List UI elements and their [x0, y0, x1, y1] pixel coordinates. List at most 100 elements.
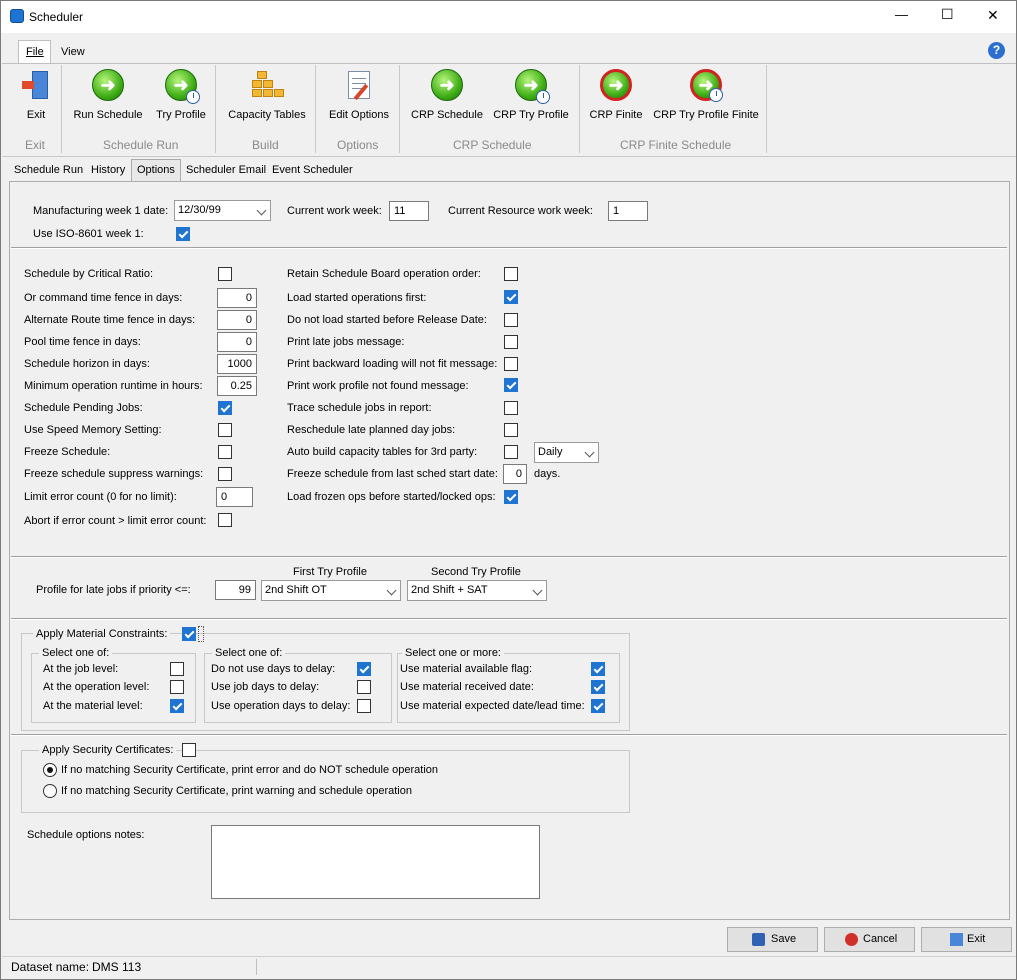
- help-icon[interactable]: ?: [988, 42, 1005, 59]
- freeze-days-input[interactable]: 0: [503, 464, 527, 484]
- crp-try-profile-icon: ➜: [515, 69, 550, 104]
- late-jobs-msg-checkbox[interactable]: [504, 335, 518, 349]
- min-runtime-input[interactable]: 0.25: [217, 376, 257, 396]
- expected-date-checkbox[interactable]: [591, 699, 605, 713]
- option-label: Use material expected date/lead time:: [400, 700, 585, 712]
- current-week-input[interactable]: 11: [389, 201, 429, 221]
- freeze-suppress-checkbox[interactable]: [218, 467, 232, 481]
- tab-scheduler-email[interactable]: Scheduler Email: [186, 163, 266, 177]
- retain-order-checkbox[interactable]: [504, 267, 518, 281]
- material-level-checkbox[interactable]: [170, 699, 184, 713]
- tab-event-scheduler[interactable]: Event Scheduler: [272, 163, 353, 177]
- chevron-down-icon: [386, 585, 397, 596]
- exit-button[interactable]: Exit: [921, 927, 1012, 952]
- group-schedule-run: Schedule Run: [103, 138, 179, 152]
- operation-level-checkbox[interactable]: [170, 680, 184, 694]
- option-label: Use material received date:: [400, 681, 534, 693]
- reschedule-late-checkbox[interactable]: [504, 423, 518, 437]
- job-level-checkbox[interactable]: [170, 662, 184, 676]
- security-error-label: If no matching Security Certificate, pri…: [61, 764, 439, 776]
- save-button[interactable]: Save: [727, 927, 818, 952]
- chevron-down-icon: [584, 447, 595, 458]
- alternate-route-fence-input[interactable]: 0: [217, 310, 257, 330]
- crp-schedule-button[interactable]: ➜ CRP Schedule: [408, 65, 486, 127]
- critical-ratio-checkbox[interactable]: [218, 267, 232, 281]
- no-days-delay-checkbox[interactable]: [357, 662, 371, 676]
- iso-week-checkbox[interactable]: [176, 227, 190, 241]
- pool-time-fence-input[interactable]: 0: [217, 332, 257, 352]
- group-options: Options: [337, 138, 379, 152]
- maximize-icon[interactable]: ☐: [941, 7, 954, 21]
- option-label: Freeze schedule suppress warnings:: [24, 468, 204, 480]
- speed-memory-checkbox[interactable]: [218, 423, 232, 437]
- status-bar: [2, 956, 1016, 979]
- security-checkbox[interactable]: [182, 743, 196, 757]
- crp-finite-button[interactable]: ➜ CRP Finite: [587, 65, 645, 127]
- menu-file-label: File: [26, 46, 44, 58]
- release-date-checkbox[interactable]: [504, 313, 518, 327]
- menu-view[interactable]: View: [61, 45, 85, 59]
- first-try-profile-dropdown[interactable]: 2nd Shift OT: [261, 580, 401, 601]
- dataset-value: DMS 113: [92, 960, 142, 974]
- auto-build-checkbox[interactable]: [504, 445, 518, 459]
- load-frozen-checkbox[interactable]: [504, 490, 518, 504]
- auto-build-frequency-dropdown[interactable]: Daily: [534, 442, 599, 463]
- work-profile-msg-checkbox[interactable]: [504, 378, 518, 392]
- available-flag-checkbox[interactable]: [591, 662, 605, 676]
- try-profile-button[interactable]: ➜ Try Profile: [151, 65, 211, 127]
- crp-schedule-icon: ➜: [431, 69, 463, 101]
- material-constraints-checkbox[interactable]: [182, 627, 196, 641]
- option-label: Use job days to delay:: [211, 681, 320, 693]
- second-try-profile-dropdown[interactable]: 2nd Shift + SAT: [407, 580, 547, 601]
- run-schedule-button[interactable]: ➜ Run Schedule: [70, 65, 146, 127]
- option-label: Trace schedule jobs in report:: [287, 402, 432, 414]
- security-error-radio[interactable]: [43, 763, 57, 777]
- job-days-delay-checkbox[interactable]: [357, 680, 371, 694]
- received-date-checkbox[interactable]: [591, 680, 605, 694]
- crp-try-profile-finite-button[interactable]: ➜ CRP Try Profile Finite: [651, 65, 761, 127]
- mfg-week-dropdown[interactable]: 12/30/99: [174, 200, 271, 221]
- trace-jobs-checkbox[interactable]: [504, 401, 518, 415]
- close-icon[interactable]: ✕: [987, 8, 999, 22]
- limit-error-input[interactable]: 0: [216, 487, 253, 507]
- divider: [11, 247, 1007, 249]
- crp-try-profile-button[interactable]: ➜ CRP Try Profile: [490, 65, 572, 127]
- notes-label: Schedule options notes:: [27, 829, 145, 841]
- first-try-value: 2nd Shift OT: [265, 584, 327, 596]
- resource-week-input[interactable]: 1: [608, 201, 648, 221]
- minimize-icon[interactable]: —: [895, 8, 908, 22]
- ribbon-separator: [315, 65, 316, 153]
- tab-history[interactable]: History: [91, 163, 125, 177]
- option-label: Pool time fence in days:: [24, 336, 141, 348]
- security-warning-radio[interactable]: [43, 784, 57, 798]
- security-group: [21, 750, 630, 813]
- freeze-schedule-checkbox[interactable]: [218, 445, 232, 459]
- pending-jobs-checkbox[interactable]: [218, 401, 232, 415]
- schedule-horizon-input[interactable]: 1000: [217, 354, 257, 374]
- command-time-fence-input[interactable]: 0: [217, 288, 257, 308]
- title-bar: Scheduler — ☐ ✕: [1, 1, 1016, 33]
- capacity-tables-button[interactable]: Capacity Tables: [224, 65, 310, 127]
- option-label: Reschedule late planned day jobs:: [287, 424, 456, 436]
- option-label: Use material available flag:: [400, 663, 533, 675]
- edit-options-label: Edit Options: [329, 109, 389, 121]
- exit-ribbon-button[interactable]: Exit: [14, 65, 58, 127]
- option-label: Alternate Route time fence in days:: [24, 314, 196, 326]
- operation-days-delay-checkbox[interactable]: [357, 699, 371, 713]
- ribbon-separator: [766, 65, 767, 153]
- status-divider: [256, 959, 257, 975]
- priority-input[interactable]: 99: [215, 580, 256, 600]
- tab-schedule-run[interactable]: Schedule Run: [14, 163, 83, 177]
- edit-options-button[interactable]: Edit Options: [324, 65, 394, 127]
- security-label: Apply Security Certificates:: [39, 743, 177, 757]
- cancel-button[interactable]: Cancel: [824, 927, 915, 952]
- abort-error-checkbox[interactable]: [218, 513, 232, 527]
- save-icon: [752, 933, 765, 946]
- notes-textarea[interactable]: [211, 825, 540, 899]
- load-started-checkbox[interactable]: [504, 290, 518, 304]
- mfg-week-label: Manufacturing week 1 date:: [33, 205, 169, 217]
- mfg-week-value: 12/30/99: [178, 204, 221, 216]
- run-schedule-icon: ➜: [92, 69, 124, 101]
- option-label: Retain Schedule Board operation order:: [287, 268, 481, 280]
- backward-loading-checkbox[interactable]: [504, 357, 518, 371]
